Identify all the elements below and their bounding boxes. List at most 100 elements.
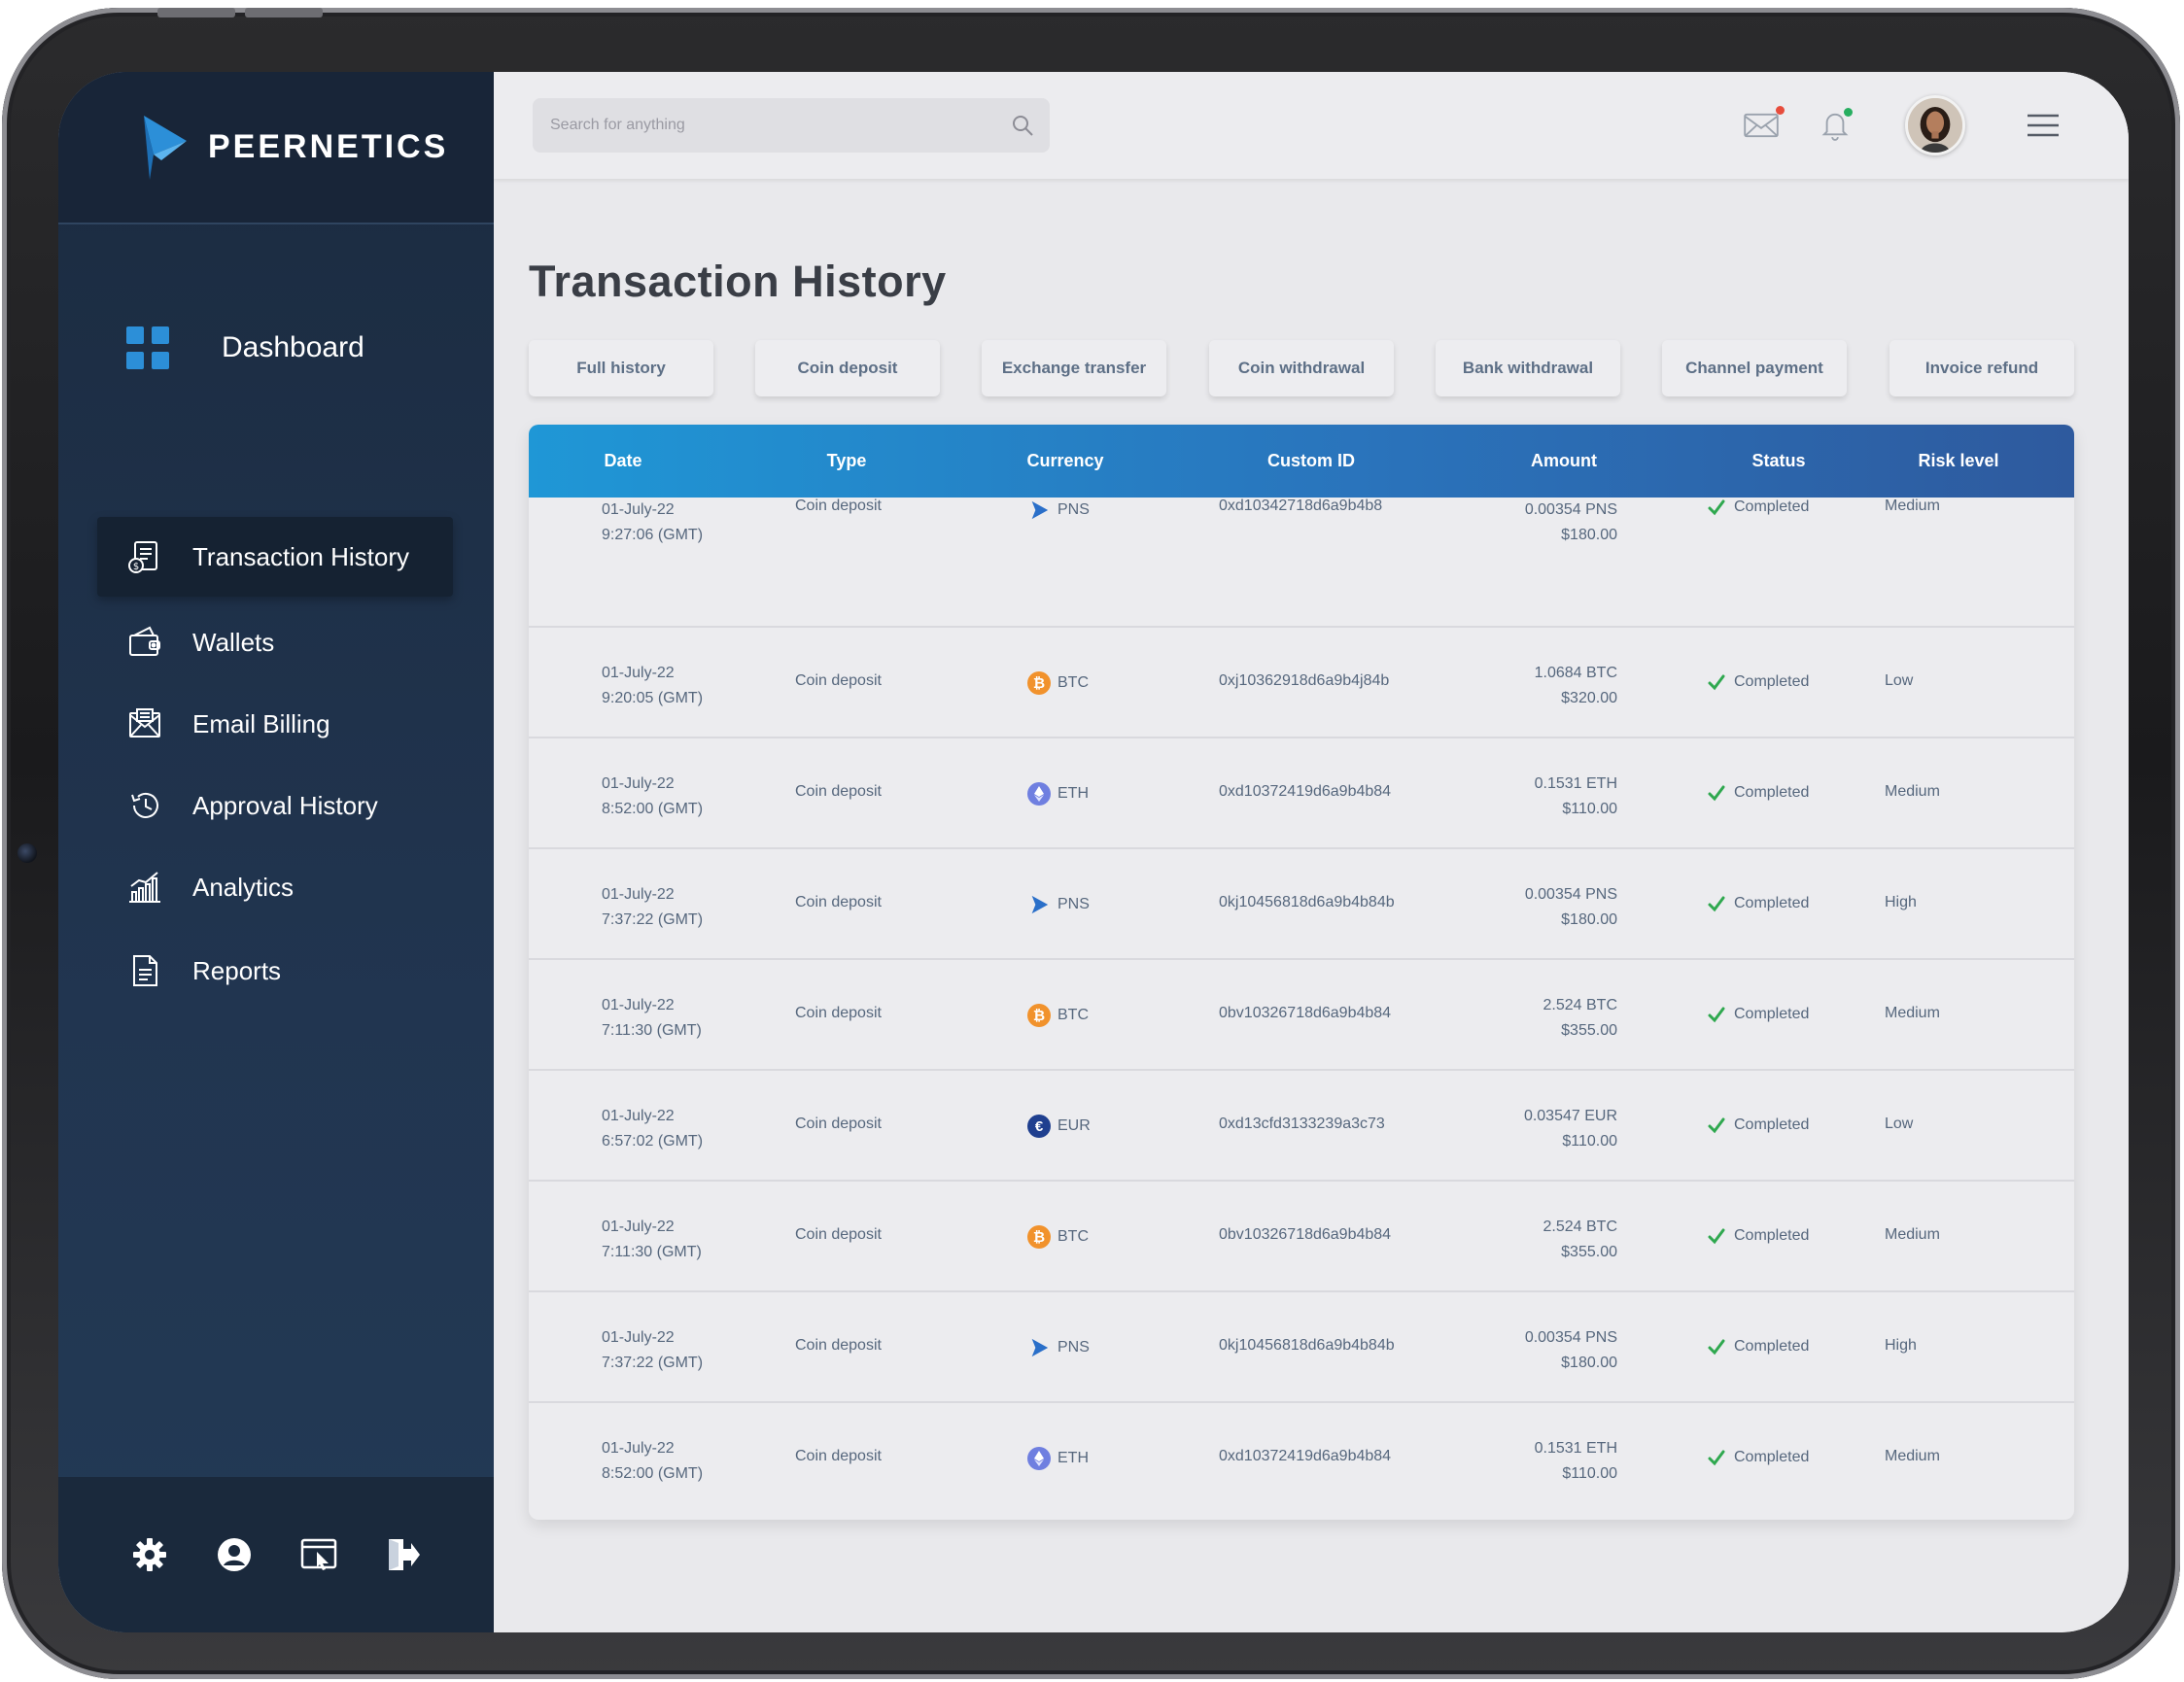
type-cell: Coin deposit	[795, 1448, 882, 1464]
status-cell: Completed	[1707, 783, 1809, 803]
column-header-currency[interactable]: Currency	[1026, 451, 1103, 471]
gear-icon[interactable]	[130, 1535, 169, 1574]
notifications-button[interactable]	[1812, 102, 1858, 149]
amount-crypto: 2.524 BTC	[1543, 997, 1617, 1013]
risk-level-cell: Medium	[1885, 1005, 1940, 1021]
table-row[interactable]: 01-July-22 7:37:22 (GMT) Coin deposit PN…	[529, 849, 2074, 960]
top-bar	[494, 72, 2129, 179]
avatar[interactable]	[1905, 95, 1965, 155]
filter-invoice-refund[interactable]: Invoice refund	[1889, 340, 2074, 396]
risk-level-cell: Medium	[1885, 1448, 1940, 1464]
sidebar-item-wallets[interactable]: Wallets	[97, 602, 453, 682]
time-text: 7:11:30 (GMT)	[602, 1244, 702, 1260]
column-header-custom-id[interactable]: Custom ID	[1267, 451, 1355, 471]
sidebar-item-label: Transaction History	[192, 541, 409, 571]
email-billing-icon	[129, 708, 160, 738]
search-icon[interactable]	[1011, 114, 1034, 137]
type-cell: Coin deposit	[795, 894, 882, 910]
table-row[interactable]: 01-July-22 9:20:05 (GMT) Coin deposit ₿ …	[529, 628, 2074, 738]
status-cell: Completed	[1707, 498, 1809, 517]
time-text: 8:52:00 (GMT)	[602, 801, 704, 817]
bitcoin-icon: ₿	[1026, 1003, 1052, 1028]
table-row[interactable]: 01-July-22 7:11:30 (GMT) Coin deposit ₿ …	[529, 1182, 2074, 1292]
amount-crypto: 0.00354 PNS	[1524, 1329, 1617, 1346]
status-text: Completed	[1734, 1116, 1810, 1133]
sidebar-item-dashboard[interactable]: Dashboard	[126, 326, 364, 369]
browser-pointer-icon[interactable]	[299, 1535, 338, 1574]
sidebar: PEERNETICS Dashboard $ Transaction Histo…	[58, 72, 494, 1632]
mail-notification-dot	[1776, 106, 1785, 115]
bitcoin-icon: ₿	[1026, 670, 1052, 696]
sidebar-item-analytics[interactable]: Analytics	[97, 847, 453, 927]
amount-cell: 0.00354 PNS $180.00	[1525, 1325, 1617, 1376]
table-row[interactable]: 01-July-22 8:52:00 (GMT) Coin deposit ET…	[529, 738, 2074, 849]
tablet-button	[157, 8, 235, 17]
column-header-status[interactable]: Status	[1751, 451, 1805, 471]
sidebar-item-email-billing[interactable]: Email Billing	[97, 684, 453, 764]
column-header-type[interactable]: Type	[827, 451, 867, 471]
table-row[interactable]: 01-July-22 8:52:00 (GMT) Coin deposit ET…	[529, 1403, 2074, 1514]
hamburger-menu-icon	[2028, 114, 2059, 137]
table-row[interactable]: 01-July-22 7:37:22 (GMT) Coin deposit PN…	[529, 1292, 2074, 1403]
bitcoin-icon: ₿	[1026, 1224, 1052, 1250]
sidebar-item-approval-history[interactable]: Approval History	[97, 766, 453, 845]
amount-usd: $110.00	[1562, 1465, 1617, 1482]
currency-cell: ETH	[1026, 781, 1089, 807]
status-cell: Completed	[1707, 1448, 1809, 1467]
mail-button[interactable]	[1738, 102, 1785, 149]
status-cell: Completed	[1707, 1005, 1809, 1024]
filter-channel-payment[interactable]: Channel payment	[1662, 340, 1847, 396]
time-text: 6:57:02 (GMT)	[602, 1133, 704, 1150]
main-content: Transaction History Full history Coin de…	[494, 72, 2129, 1632]
column-header-risk-level[interactable]: Risk level	[1918, 451, 1998, 471]
filter-exchange-transfer[interactable]: Exchange transfer	[982, 340, 1166, 396]
bell-notification-dot	[1844, 108, 1853, 117]
camera-icon	[17, 843, 37, 863]
user-avatar-icon	[1908, 98, 1962, 153]
tablet-frame: PEERNETICS Dashboard $ Transaction Histo…	[2, 8, 2180, 1679]
currency-cell: PNS	[1026, 1335, 1090, 1360]
custom-id-cell: 0bv10326718d6a9b4b84	[1219, 1005, 1392, 1021]
date-text: 01-July-22	[602, 1219, 675, 1235]
table-row[interactable]: 01-July-22 6:57:02 (GMT) Coin deposit € …	[529, 1071, 2074, 1182]
status-cell: Completed	[1707, 1226, 1809, 1246]
amount-crypto: 0.1531 ETH	[1534, 1440, 1617, 1457]
date-text: 01-July-22	[602, 886, 675, 903]
type-cell: Coin deposit	[795, 1226, 882, 1243]
table-row[interactable]: 01-July-22 9:27:06 (GMT) Coin deposit PN…	[529, 498, 2074, 628]
search-input[interactable]	[533, 98, 1050, 153]
table-row[interactable]: 01-July-22 7:11:30 (GMT) Coin deposit ₿ …	[529, 960, 2074, 1071]
filter-coin-withdrawal[interactable]: Coin withdrawal	[1209, 340, 1394, 396]
date-cell: 01-July-22 7:37:22 (GMT)	[602, 882, 703, 933]
amount-cell: 2.524 BTC $355.00	[1543, 993, 1617, 1044]
user-icon[interactable]	[215, 1535, 254, 1574]
time-text: 8:52:00 (GMT)	[602, 1465, 704, 1482]
risk-level-cell: High	[1885, 894, 1917, 910]
check-icon	[1708, 785, 1725, 802]
sidebar-item-transaction-history[interactable]: $ Transaction History	[97, 517, 453, 597]
wallet-icon	[129, 626, 160, 656]
logo[interactable]: PEERNETICS	[58, 72, 494, 224]
svg-text:$: $	[133, 562, 139, 572]
sidebar-item-reports[interactable]: Reports	[97, 931, 453, 1011]
menu-button[interactable]	[2020, 102, 2066, 149]
amount-usd: $110.00	[1562, 1133, 1617, 1150]
amount-usd: $355.00	[1561, 1022, 1617, 1039]
status-text: Completed	[1734, 1338, 1810, 1355]
risk-level-cell: Medium	[1885, 1226, 1940, 1243]
time-text: 9:20:05 (GMT)	[602, 690, 704, 706]
check-icon	[1708, 499, 1725, 516]
status-cell: Completed	[1707, 894, 1809, 913]
filter-coin-deposit[interactable]: Coin deposit	[755, 340, 940, 396]
sidebar-item-label: Analytics	[192, 872, 295, 902]
filter-bank-withdrawal[interactable]: Bank withdrawal	[1436, 340, 1620, 396]
date-text: 01-July-22	[602, 997, 675, 1013]
amount-cell: 1.0684 BTC $320.00	[1535, 661, 1617, 711]
column-header-date[interactable]: Date	[604, 451, 641, 471]
logout-icon[interactable]	[384, 1535, 423, 1574]
filter-full-history[interactable]: Full history	[529, 340, 713, 396]
time-text: 7:37:22 (GMT)	[602, 911, 704, 928]
analytics-icon	[129, 872, 160, 903]
column-header-amount[interactable]: Amount	[1531, 451, 1597, 471]
transaction-table: Date Type Currency Custom ID Amount Stat…	[529, 425, 2074, 1520]
